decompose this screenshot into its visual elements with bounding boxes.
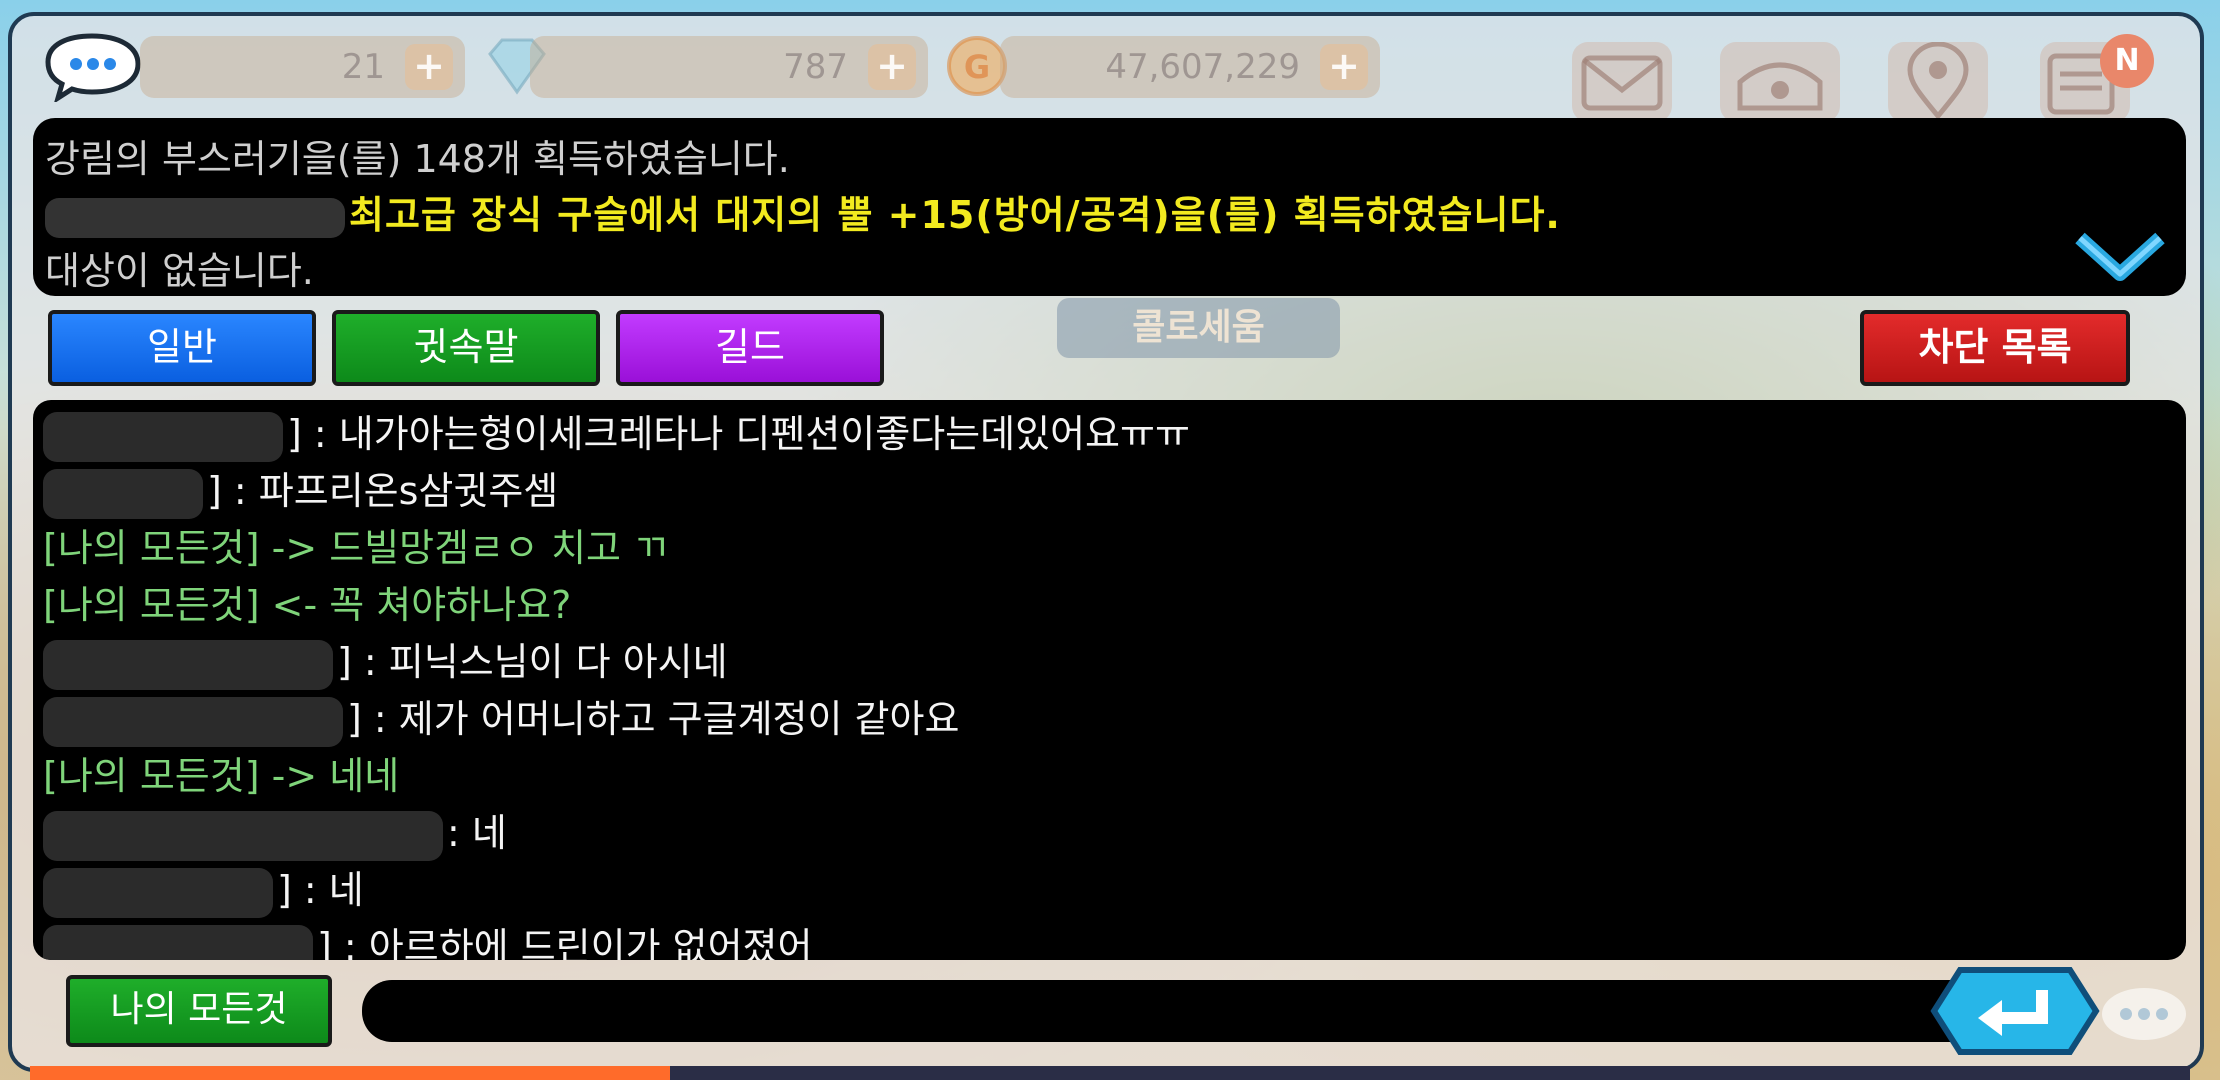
map-pin-button[interactable] [1888,41,1988,122]
send-enter-icon[interactable] [1930,966,2100,1056]
chat-input[interactable] [362,980,2012,1042]
chat-bubble-icon[interactable] [40,32,146,102]
redacted-username [43,468,203,519]
notification-badge: N [2100,34,2154,88]
chat-message-text: ] : 아르하에 드린이가 없어졌어 [317,925,813,960]
location-pin-icon [1907,41,1969,120]
gold-value: 47,607,229 [1105,47,1300,87]
more-chat-icon[interactable] [2098,984,2190,1044]
chat-message-text: [나의 모든것] -> 네네 [43,754,400,798]
chat-message: ] : 제가 어머니하고 구글계정이 같아요 [43,691,959,747]
whisper-message: [나의 모든것] -> 네네 [43,748,399,804]
redacted-username [43,696,343,747]
tab-general[interactable]: 일반 [48,310,316,386]
whisper-message: [나의 모든것] -> 드빌망겜ㄹㅇ 치고 ㄲ [43,520,668,576]
chat-message: : 네 [43,805,507,861]
chat-message-text: : 네 [447,811,507,855]
gold-counter: 47,607,229 + [1000,36,1380,98]
paw-icon [1737,62,1823,111]
chevron-down-icon[interactable] [2072,226,2168,286]
tab-guild[interactable]: 길드 [616,310,884,386]
chat-message: ] : 네 [43,862,364,918]
gold-plus-button[interactable]: + [1320,44,1368,90]
redacted-username [43,810,443,861]
chat-log[interactable]: ] : 내가아는형이세크레타나 디펜션이좋다는데있어요ㅠㅠ ] : 파프리온s삼귓… [33,400,2186,960]
chat-message: ] : 아르하에 드린이가 없어졌어 [43,919,812,960]
resource-1-plus-button[interactable]: + [405,44,453,90]
system-message-2: 최고급 장식 구슬에서 대지의 뿔 +15(방어/공격)을(를) 획득하였습니다… [45,184,1561,239]
pet-button[interactable] [1720,42,1840,122]
diamond-value: 787 [783,47,848,87]
resource-1-value: 21 [341,47,385,87]
top-hud: 21 + 787 + G 47,607,229 + N [0,22,2220,122]
diamond-counter: 787 + [530,36,928,98]
tab-whisper[interactable]: 귓속말 [332,310,600,386]
redacted-username [43,411,283,462]
chat-message-text: [나의 모든것] -> 드빌망겜ㄹㅇ 치고 ㄲ [43,526,669,570]
chat-message-text: ] : 내가아는형이세크레타나 디펜션이좋다는데있어요ㅠㅠ [287,412,1190,456]
system-message-1: 강림의 부스러기을(를) 148개 획득하였습니다. [45,137,790,181]
chat-message: ] : 내가아는형이세크레타나 디펜션이좋다는데있어요ㅠㅠ [43,406,1190,462]
diamond-plus-button[interactable]: + [868,44,916,90]
mail-icon [1581,55,1663,111]
system-message-3: 대상이 없습니다. [45,249,314,293]
experience-bar [30,1066,2190,1080]
resource-counter-1: 21 + [140,36,465,98]
chat-message-text: [나의 모든것] <- 꼭 쳐야하나요? [43,583,572,627]
chat-message-text: ] : 제가 어머니하고 구글계정이 같아요 [347,697,960,741]
my-name-button[interactable]: 나의 모든것 [66,975,332,1047]
chat-message: ] : 파프리온s삼귓주셈 [43,463,558,519]
chat-message-text: ] : 네 [277,868,364,912]
svg-text:G: G [964,48,990,86]
block-list-button[interactable]: 차단 목록 [1860,310,2130,386]
redacted-username [43,639,333,690]
whisper-message: [나의 모든것] <- 꼭 쳐야하나요? [43,577,571,633]
system-message-2-text: 최고급 장식 구슬에서 대지의 뿔 +15(방어/공격)을(를) 획득하였습니다… [349,193,1561,237]
chat-message-text: ] : 피닉스님이 다 아시네 [337,640,728,684]
experience-bar-fill [30,1066,670,1080]
redacted-username [43,867,273,918]
chat-message: ] : 피닉스님이 다 아시네 [43,634,728,690]
redacted-username [43,924,313,960]
redacted-name [45,197,345,238]
system-message-panel: 강림의 부스러기을(를) 148개 획득하였습니다. 최고급 장식 구슬에서 대… [33,118,2186,296]
mail-button[interactable] [1572,42,1672,122]
chat-message-text: ] : 파프리온s삼귓주셈 [207,469,559,513]
colosseum-sign: 콜로세움 [1057,298,1340,358]
